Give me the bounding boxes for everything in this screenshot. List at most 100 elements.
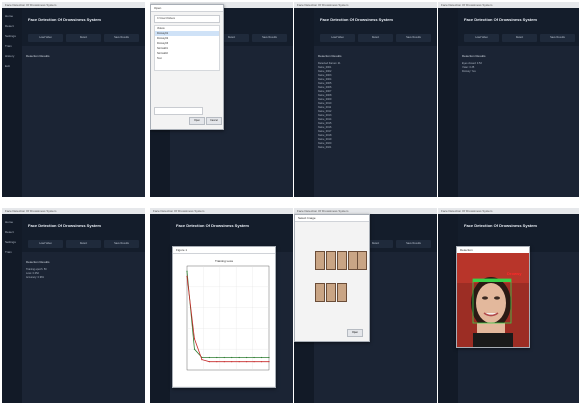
sidebar-item-exit[interactable]: Exit xyxy=(5,64,22,68)
loss-chart: Training Loss xyxy=(173,254,275,386)
page-title: Face Detection Of Drowsiness System xyxy=(176,223,249,228)
series-point-2 xyxy=(231,361,233,363)
result-line: Accuracy: 0.981 xyxy=(26,276,44,279)
header: Face Detection Of Drowsiness System Load… xyxy=(22,8,145,46)
chart-title: Training Loss xyxy=(215,259,233,263)
sidebar-item-train[interactable]: Train xyxy=(5,44,22,48)
tab-detect[interactable]: Detect xyxy=(358,34,393,42)
app-window-1: Face Detection Of Drowsiness System Home… xyxy=(2,2,145,197)
sidebar-item-settings[interactable]: Settings xyxy=(5,34,22,38)
sidebar-item-settings[interactable]: Settings xyxy=(5,240,22,244)
image-select-dialog: Select Image Open xyxy=(294,214,370,342)
tab-bar: Load Video Detect Save Results xyxy=(28,240,139,248)
sidebar-item-home[interactable]: Home xyxy=(5,14,22,18)
tab-save-results[interactable]: Save Results xyxy=(396,240,431,248)
tab-detect[interactable]: Detect xyxy=(66,34,101,42)
image-thumbnail[interactable] xyxy=(315,283,325,302)
page-title: Face Detection Of Drowsiness System xyxy=(320,17,393,22)
sidebar xyxy=(438,8,458,197)
series-point-1 xyxy=(193,348,196,350)
series-point-1 xyxy=(216,356,218,359)
sidebar xyxy=(294,8,314,197)
sidebar-item-history[interactable]: History xyxy=(5,54,22,58)
results-area: Detection Results xyxy=(24,52,141,193)
plot-window-title: Figure 1 xyxy=(173,247,275,254)
series-point-1 xyxy=(253,356,255,359)
section-label: Detection Results xyxy=(26,54,50,58)
open-button[interactable]: Open xyxy=(347,329,363,337)
image-thumbnail[interactable] xyxy=(326,251,336,270)
app-window-7: Face Detection Of Drowsiness System Load… xyxy=(294,208,437,403)
page-title: Face Detection Of Drowsiness System xyxy=(464,223,537,228)
image-thumbnail[interactable] xyxy=(337,283,347,302)
tab-load-video[interactable]: Load Video xyxy=(320,34,355,42)
frame-list: Detected frames: 21 frame_0001 frame_0002 f… xyxy=(316,62,433,150)
series-point-1 xyxy=(238,356,240,359)
file-open-dialog: Open C:\Users\Videos Videos Drowsy01 Dro… xyxy=(150,4,224,130)
image-thumbnail[interactable] xyxy=(315,251,325,270)
section-label: Detection Results xyxy=(462,54,486,58)
series-point-1 xyxy=(208,356,210,359)
dialog-title: Select Image xyxy=(295,215,369,222)
sidebar-item-home[interactable]: Home xyxy=(5,220,22,224)
face-photo xyxy=(457,253,529,347)
tab-save-results[interactable]: Save Results xyxy=(104,240,139,248)
screenshot-grid: Face Detection Of Drowsiness System Home… xyxy=(2,2,579,403)
page-title: Face Detection Of Drowsiness System xyxy=(464,17,537,22)
tab-detect[interactable]: Detect xyxy=(66,240,101,248)
series-point-2 xyxy=(208,361,210,363)
sidebar xyxy=(438,214,458,403)
filename-input[interactable] xyxy=(154,107,203,115)
series-point-2 xyxy=(193,338,196,340)
drowsy-label: Drowsy xyxy=(507,271,522,276)
app-window-6: Face Detection Of Drowsiness System Face… xyxy=(150,208,293,403)
path-field[interactable]: C:\Users\Videos xyxy=(154,15,220,23)
sidebar-item-detect[interactable]: Detect xyxy=(5,24,22,28)
series-point-1 xyxy=(246,356,248,359)
tab-load-video[interactable]: Load Video xyxy=(28,240,63,248)
file-row[interactable]: Test xyxy=(155,56,219,61)
series-point-2 xyxy=(260,361,263,363)
tab-load-video[interactable]: Load Video xyxy=(464,34,499,42)
frame-list-item: frame_0021 xyxy=(318,146,332,149)
series-point-2 xyxy=(246,361,248,363)
cancel-button[interactable]: Cancel xyxy=(206,117,222,125)
tab-save-results[interactable]: Save Results xyxy=(540,34,575,42)
plot-background xyxy=(173,254,275,386)
tab-bar: Load Video Detect Save Results xyxy=(464,34,575,42)
image-thumbnail[interactable] xyxy=(357,251,367,270)
sidebar: Home Detect Settings Train History Exit xyxy=(2,8,22,197)
tab-save-results[interactable]: Save Results xyxy=(104,34,139,42)
section-label: Detection Results xyxy=(26,260,50,264)
series-point-2 xyxy=(216,361,218,363)
header: Face Detection Of Drowsiness System Load… xyxy=(314,8,437,46)
header: Face Detection Of Drowsiness System Load… xyxy=(458,8,579,46)
file-list: Videos Drowsy01 Drowsy02 Drowsy03 Normal… xyxy=(154,25,220,71)
page-title: Face Detection Of Drowsiness System xyxy=(28,17,101,22)
plot-window: Figure 1 Training Loss xyxy=(172,246,276,388)
sidebar xyxy=(150,214,170,403)
results-area: Detection Results Detected frames: 21 fra… xyxy=(316,52,433,193)
tab-load-video[interactable]: Load Video xyxy=(28,34,63,42)
app-window-8: Face Detection Of Drowsiness System Face… xyxy=(438,208,579,403)
sidebar-item-train[interactable]: Train xyxy=(5,250,22,254)
page-title: Face Detection Of Drowsiness System xyxy=(28,223,101,228)
app-window-4: Face Detection Of Drowsiness System Face… xyxy=(438,2,579,197)
image-thumbnail[interactable] xyxy=(337,251,347,270)
tab-save-results[interactable]: Save Results xyxy=(396,34,431,42)
detection-window: Detection Drowsy xyxy=(456,246,530,348)
series-point-2 xyxy=(186,275,188,277)
app-window-2: Face Detection Of Drowsiness System Load… xyxy=(150,2,293,197)
series-point-1 xyxy=(260,356,263,359)
results-area: Detection Results Training epoch: 50 Los… xyxy=(24,258,141,399)
sidebar-item-detect[interactable]: Detect xyxy=(5,230,22,234)
tab-save-results[interactable]: Save Results xyxy=(252,34,287,42)
series-point-2 xyxy=(253,361,255,363)
tab-detect[interactable]: Detect xyxy=(502,34,537,42)
series-point-1 xyxy=(223,356,225,359)
results-area: Detection Results Eyes closed: 0.53 Yawn… xyxy=(460,52,577,193)
series-point-1 xyxy=(268,356,270,359)
open-button[interactable]: Open xyxy=(189,117,205,125)
tab-bar: Load Video Detect Save Results xyxy=(28,34,139,42)
image-thumbnail[interactable] xyxy=(326,283,336,302)
